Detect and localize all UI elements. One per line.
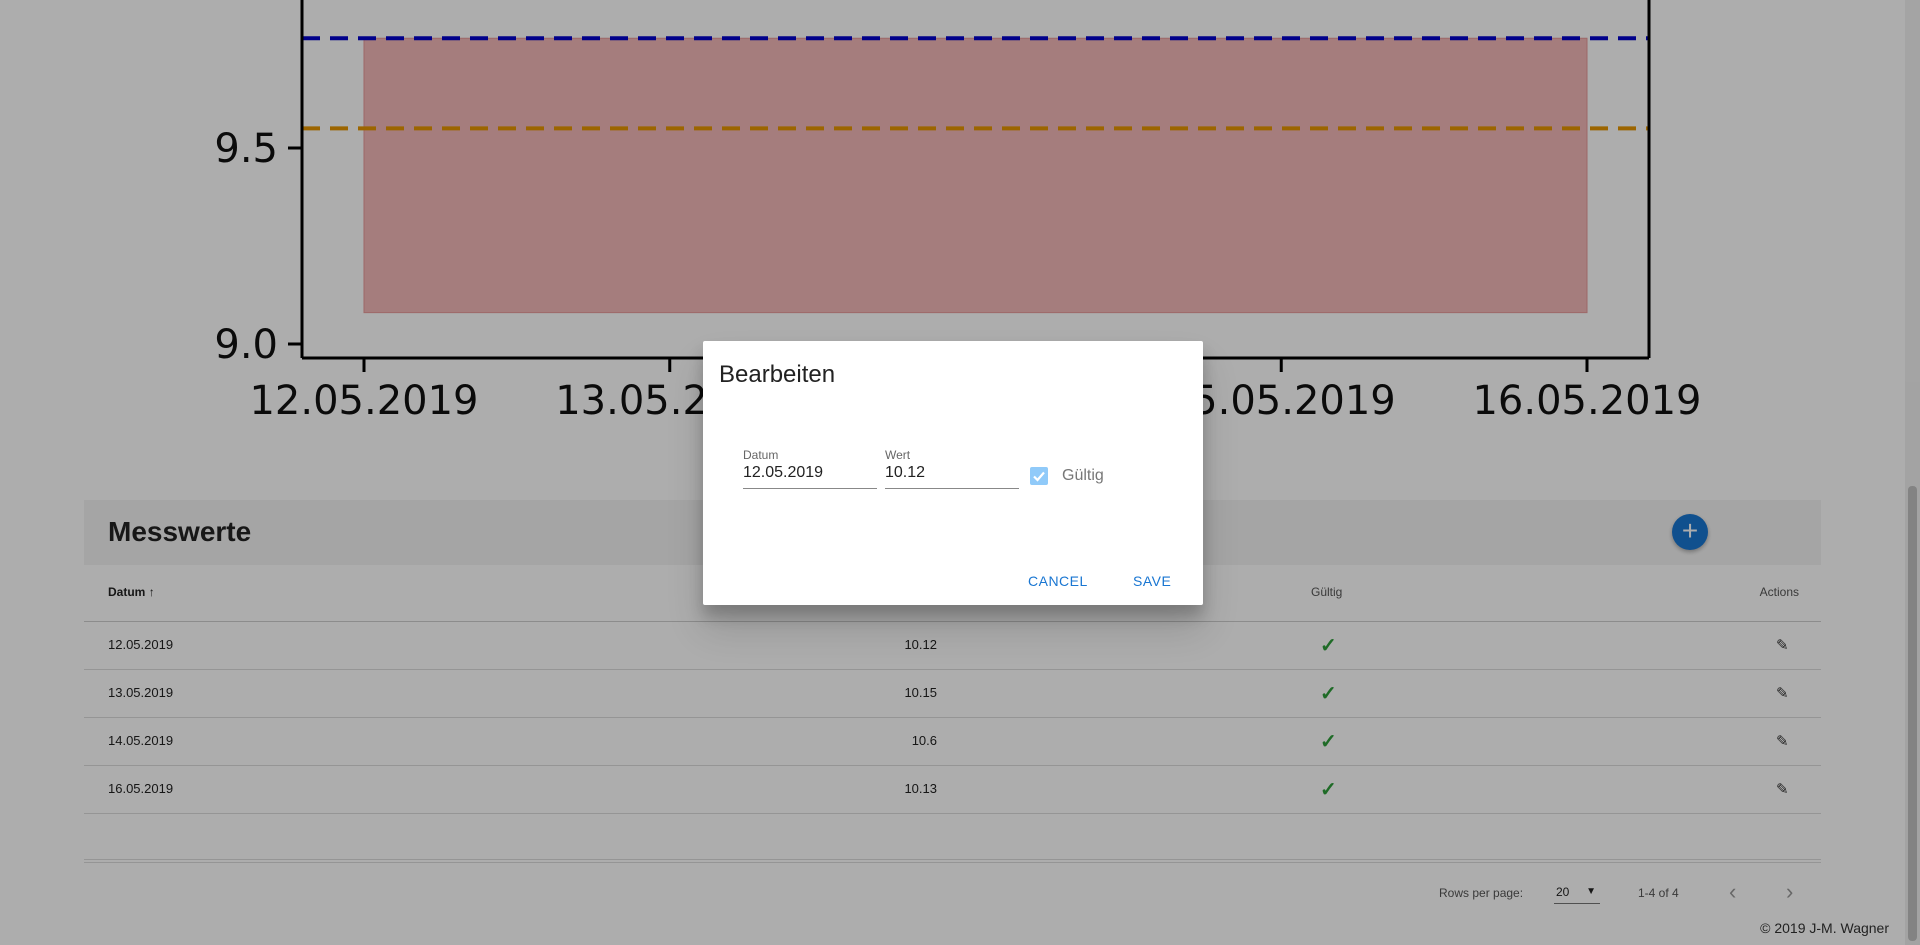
datum-field: Datum 12.05.2019 — [743, 448, 877, 489]
wert-field-label: Wert — [885, 448, 911, 462]
save-button[interactable]: SAVE — [1133, 573, 1171, 589]
checkmark-icon — [1033, 471, 1045, 482]
gueltig-checkbox[interactable] — [1030, 467, 1048, 485]
cancel-button[interactable]: CANCEL — [1028, 573, 1088, 589]
datum-input[interactable]: 12.05.2019 — [743, 464, 877, 489]
wert-input[interactable]: 10.12 — [885, 464, 1019, 489]
datum-field-label: Datum — [743, 448, 779, 462]
dialog-title: Bearbeiten — [719, 361, 836, 388]
gueltig-checkbox-label: Gültig — [1062, 467, 1104, 484]
wert-field: Wert 10.12 — [885, 448, 1019, 489]
edit-dialog: Bearbeiten Datum 12.05.2019 Wert 10.12 G… — [703, 341, 1203, 605]
